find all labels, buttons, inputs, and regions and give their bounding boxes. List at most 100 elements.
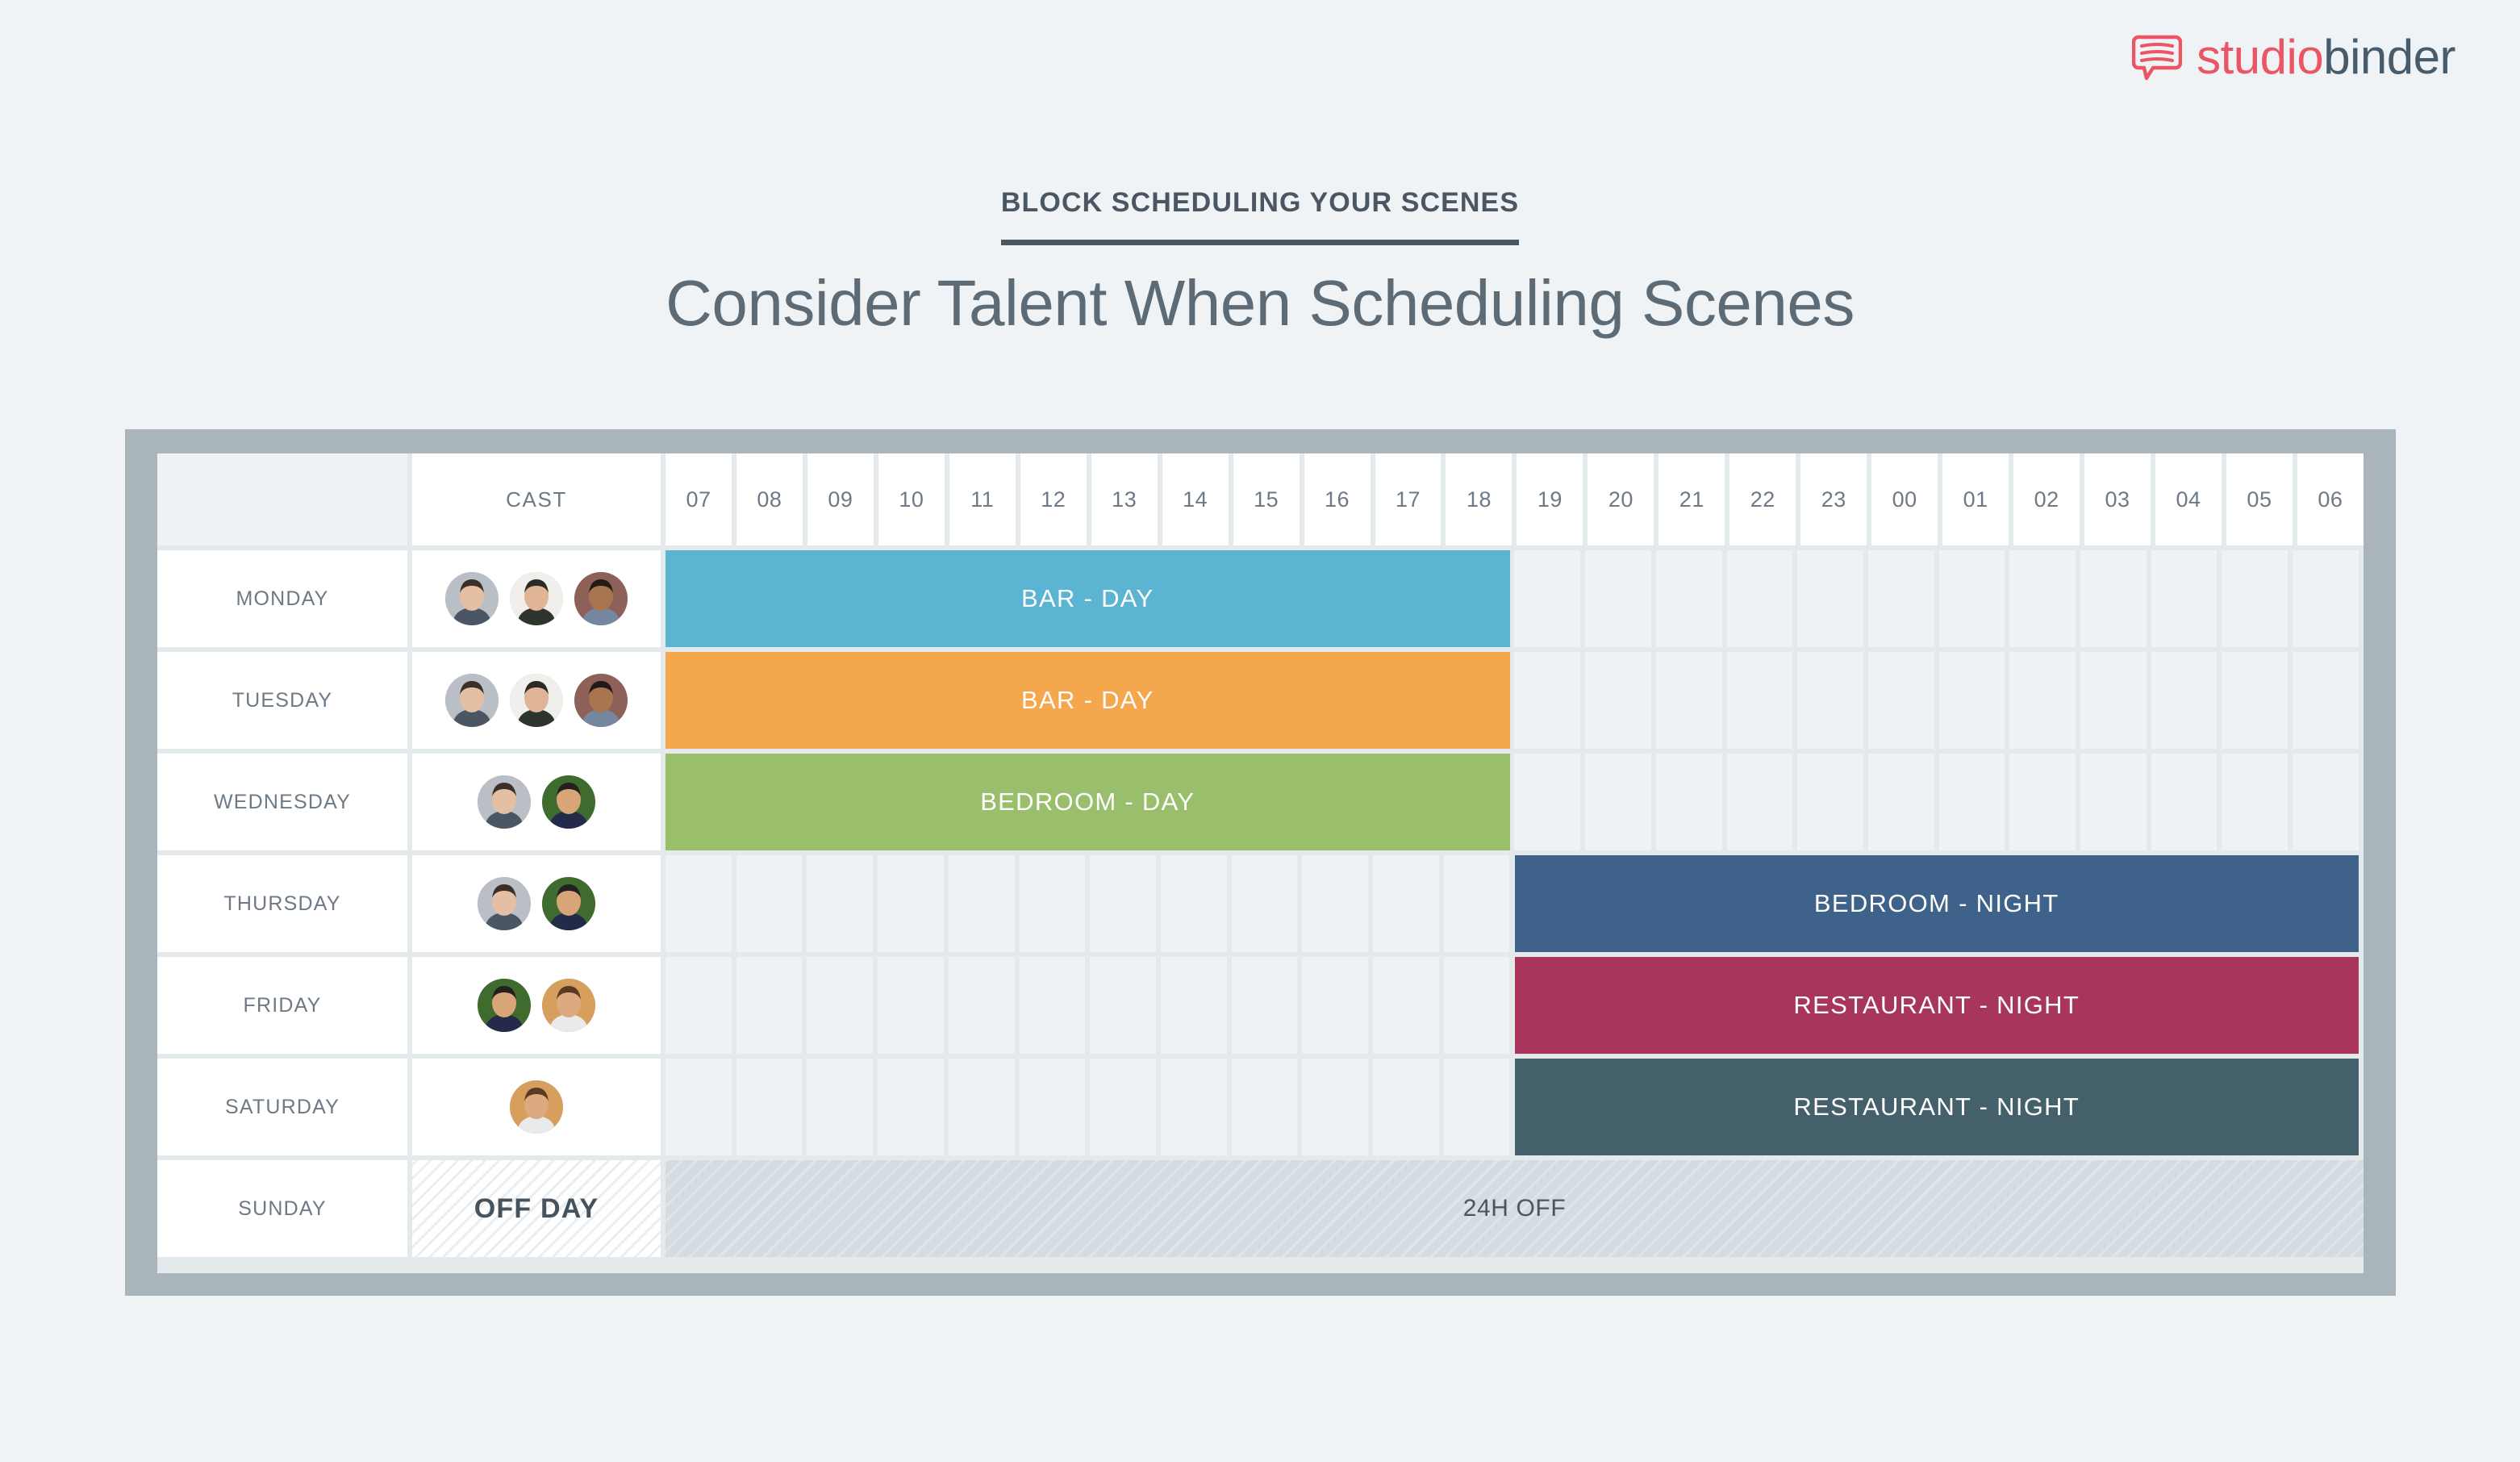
schedule-row[interactable]: WEDNESDAY BEDROOM - DAY <box>157 754 2364 850</box>
slot-saturday-07[interactable] <box>665 1059 732 1155</box>
slot-tuesday-21[interactable] <box>1655 652 1722 749</box>
slot-monday-23[interactable] <box>1797 550 1863 647</box>
slot-friday-07[interactable] <box>665 957 732 1054</box>
avatar[interactable] <box>574 674 628 727</box>
slot-saturday-15[interactable] <box>1231 1059 1298 1155</box>
slot-thursday-14[interactable] <box>1160 855 1227 952</box>
slot-monday-04[interactable] <box>2151 550 2218 647</box>
slot-saturday-08[interactable] <box>736 1059 803 1155</box>
slot-monday-19[interactable] <box>1514 550 1581 647</box>
avatar[interactable] <box>445 674 499 727</box>
avatar[interactable] <box>478 775 531 829</box>
slot-monday-22[interactable] <box>1726 550 1793 647</box>
slot-thursday-18[interactable] <box>1443 855 1510 952</box>
slot-wednesday-20[interactable] <box>1585 754 1651 850</box>
avatar[interactable] <box>478 979 531 1032</box>
slot-tuesday-06[interactable] <box>2293 652 2359 749</box>
slot-friday-14[interactable] <box>1160 957 1227 1054</box>
slot-friday-10[interactable] <box>878 957 944 1054</box>
slot-wednesday-04[interactable] <box>2151 754 2218 850</box>
slot-wednesday-22[interactable] <box>1726 754 1793 850</box>
slot-tuesday-01[interactable] <box>1938 652 2005 749</box>
slot-wednesday-19[interactable] <box>1514 754 1581 850</box>
event-bar[interactable]: RESTAURANT - NIGHT <box>1514 1059 2359 1155</box>
schedule-row[interactable]: SATURDAY RESTAURANT - NIGHT <box>157 1059 2364 1155</box>
slot-saturday-14[interactable] <box>1160 1059 1227 1155</box>
avatar[interactable] <box>542 775 595 829</box>
slot-saturday-11[interactable] <box>948 1059 1015 1155</box>
slot-saturday-10[interactable] <box>878 1059 944 1155</box>
slot-thursday-07[interactable] <box>665 855 732 952</box>
slot-thursday-11[interactable] <box>948 855 1015 952</box>
event-bar[interactable]: BEDROOM - NIGHT <box>1514 855 2359 952</box>
off-bar[interactable]: 24H OFF <box>665 1160 2364 1257</box>
slot-friday-16[interactable] <box>1302 957 1369 1054</box>
slot-thursday-15[interactable] <box>1231 855 1298 952</box>
slot-friday-08[interactable] <box>736 957 803 1054</box>
slot-thursday-10[interactable] <box>878 855 944 952</box>
slot-wednesday-03[interactable] <box>2080 754 2147 850</box>
slot-wednesday-21[interactable] <box>1655 754 1722 850</box>
slot-monday-05[interactable] <box>2222 550 2288 647</box>
avatar[interactable] <box>510 572 563 625</box>
event-bar[interactable]: BAR - DAY <box>665 550 1510 647</box>
slot-tuesday-02[interactable] <box>2009 652 2076 749</box>
slot-saturday-17[interactable] <box>1373 1059 1439 1155</box>
cast-cell-tuesday[interactable] <box>412 652 661 749</box>
slot-friday-17[interactable] <box>1373 957 1439 1054</box>
slot-saturday-09[interactable] <box>807 1059 874 1155</box>
slot-saturday-18[interactable] <box>1443 1059 1510 1155</box>
avatar[interactable] <box>510 674 563 727</box>
slot-friday-09[interactable] <box>807 957 874 1054</box>
slot-friday-15[interactable] <box>1231 957 1298 1054</box>
off-day-label[interactable]: OFF DAY <box>412 1160 661 1257</box>
slot-wednesday-00[interactable] <box>1867 754 1934 850</box>
slot-tuesday-20[interactable] <box>1585 652 1651 749</box>
slot-monday-01[interactable] <box>1938 550 2005 647</box>
cast-cell-thursday[interactable] <box>412 855 661 952</box>
slot-monday-02[interactable] <box>2009 550 2076 647</box>
slot-tuesday-23[interactable] <box>1797 652 1863 749</box>
slot-monday-00[interactable] <box>1867 550 1934 647</box>
cast-cell-friday[interactable] <box>412 957 661 1054</box>
avatar[interactable] <box>478 877 531 930</box>
cast-cell-wednesday[interactable] <box>412 754 661 850</box>
slot-saturday-13[interactable] <box>1090 1059 1156 1155</box>
event-bar[interactable]: BEDROOM - DAY <box>665 754 1510 850</box>
slot-monday-03[interactable] <box>2080 550 2147 647</box>
slot-thursday-08[interactable] <box>736 855 803 952</box>
slot-tuesday-00[interactable] <box>1867 652 1934 749</box>
slot-wednesday-05[interactable] <box>2222 754 2288 850</box>
slot-thursday-09[interactable] <box>807 855 874 952</box>
slot-tuesday-04[interactable] <box>2151 652 2218 749</box>
slot-wednesday-06[interactable] <box>2293 754 2359 850</box>
slot-wednesday-23[interactable] <box>1797 754 1863 850</box>
slot-tuesday-05[interactable] <box>2222 652 2288 749</box>
slot-thursday-12[interactable] <box>1019 855 1086 952</box>
slot-tuesday-19[interactable] <box>1514 652 1581 749</box>
event-bar[interactable]: BAR - DAY <box>665 652 1510 749</box>
schedule-row[interactable]: TUESDAY BAR - DAY <box>157 652 2364 749</box>
slot-friday-11[interactable] <box>948 957 1015 1054</box>
schedule-row[interactable]: THURSDAY BEDROOM - NIGHT <box>157 855 2364 952</box>
slot-tuesday-03[interactable] <box>2080 652 2147 749</box>
event-bar[interactable]: RESTAURANT - NIGHT <box>1514 957 2359 1054</box>
schedule-row[interactable]: FRIDAY RESTAURANT - NIGHT <box>157 957 2364 1054</box>
cast-cell-monday[interactable] <box>412 550 661 647</box>
slot-monday-21[interactable] <box>1655 550 1722 647</box>
slot-friday-13[interactable] <box>1090 957 1156 1054</box>
avatar[interactable] <box>542 877 595 930</box>
avatar[interactable] <box>445 572 499 625</box>
slot-tuesday-22[interactable] <box>1726 652 1793 749</box>
slot-thursday-13[interactable] <box>1090 855 1156 952</box>
cast-cell-saturday[interactable] <box>412 1059 661 1155</box>
slot-wednesday-01[interactable] <box>1938 754 2005 850</box>
slot-monday-06[interactable] <box>2293 550 2359 647</box>
slot-saturday-12[interactable] <box>1019 1059 1086 1155</box>
slot-friday-12[interactable] <box>1019 957 1086 1054</box>
schedule-row[interactable]: MONDAY BAR - DAY <box>157 550 2364 647</box>
slot-thursday-17[interactable] <box>1373 855 1439 952</box>
avatar[interactable] <box>574 572 628 625</box>
schedule-row[interactable]: SUNDAY OFF DAY 24H OFF <box>157 1160 2364 1257</box>
slot-saturday-16[interactable] <box>1302 1059 1369 1155</box>
